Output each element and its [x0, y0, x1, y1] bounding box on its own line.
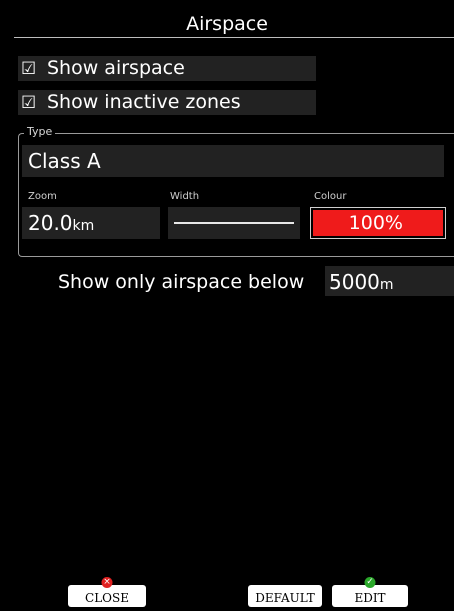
- airspace-settings-screen: Airspace ☑ Show airspace ☑ Show inactive z…: [0, 0, 454, 607]
- colour-swatch: 100%: [313, 210, 443, 236]
- show-airspace-checkbox[interactable]: ☑ Show airspace: [18, 56, 316, 81]
- colour-label: Colour: [314, 191, 347, 202]
- width-label: Width: [170, 191, 200, 202]
- default-button[interactable]: DEFAULT: [248, 585, 322, 607]
- zoom-value: 20.0: [28, 211, 73, 235]
- title-divider: [14, 37, 454, 38]
- edit-button[interactable]: ✓ EDIT: [332, 577, 408, 607]
- checkbox-checked-icon: ☑: [21, 93, 37, 113]
- altitude-limit-label: Show only airspace below: [58, 271, 305, 293]
- altitude-limit-unit: m: [379, 277, 394, 293]
- show-inactive-zones-checkbox[interactable]: ☑ Show inactive zones: [18, 90, 316, 115]
- colour-selector[interactable]: 100%: [310, 207, 446, 239]
- title-bar: Airspace: [0, 10, 454, 38]
- checkbox-checked-icon: ☑: [21, 59, 37, 79]
- airspace-type-selector[interactable]: Class A: [22, 145, 444, 177]
- line-width-selector[interactable]: [168, 207, 300, 239]
- zoom-label: Zoom: [28, 191, 57, 202]
- altitude-limit-field[interactable]: 5000m: [325, 266, 454, 296]
- airspace-type-value: Class A: [28, 149, 101, 173]
- zoom-unit: km: [72, 218, 95, 234]
- altitude-limit-value: 5000: [329, 270, 380, 294]
- red-x-icon: ×: [101, 577, 113, 588]
- zoom-field[interactable]: 20.0km: [22, 207, 160, 239]
- green-check-icon: ✓: [364, 577, 376, 588]
- close-button[interactable]: × CLOSE: [68, 577, 146, 607]
- type-group-legend: Type: [24, 125, 56, 139]
- line-width-preview: [174, 222, 294, 224]
- show-inactive-zones-label: Show inactive zones: [47, 91, 241, 113]
- show-airspace-label: Show airspace: [47, 57, 185, 79]
- page-title: Airspace: [186, 13, 268, 35]
